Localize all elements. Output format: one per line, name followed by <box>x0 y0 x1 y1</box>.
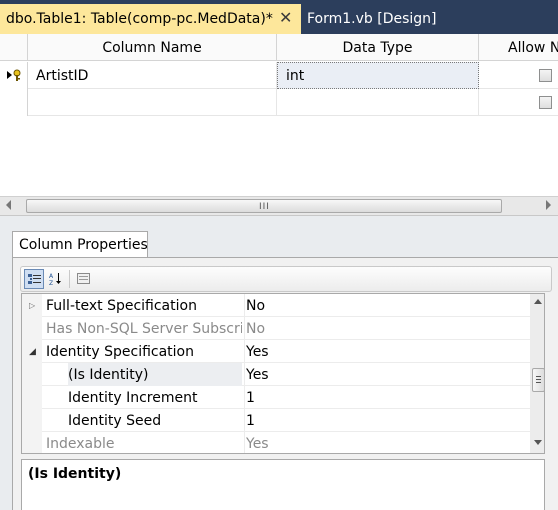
property-name: Identity Seed <box>68 412 162 429</box>
categorized-button[interactable] <box>24 269 44 289</box>
property-name: Indexable <box>46 435 115 452</box>
row-selector[interactable] <box>0 89 28 116</box>
property-value[interactable]: Yes <box>244 340 530 363</box>
property-value: No <box>244 317 530 340</box>
property-name: Identity Specification <box>46 343 194 360</box>
cell-column-name[interactable] <box>28 89 277 116</box>
collapse-icon[interactable]: ◢ <box>29 347 36 357</box>
property-gutter <box>22 432 42 453</box>
sort-az-icon: A Z <box>49 273 61 285</box>
property-gutter <box>22 409 42 432</box>
column-properties-body: A Z ▷ Full-text Specification No Has Non… <box>12 257 558 510</box>
expand-icon[interactable]: ▷ <box>29 301 35 310</box>
categorized-icon <box>28 274 41 284</box>
property-row-has-non-sql[interactable]: Has Non-SQL Server Subscriber No <box>22 317 532 340</box>
property-vertical-scrollbar[interactable] <box>530 294 544 453</box>
property-value[interactable]: Yes <box>244 363 530 386</box>
property-pages-icon <box>77 273 90 284</box>
property-row-identity-spec[interactable]: ◢ Identity Specification Yes <box>22 340 532 363</box>
property-gutter <box>22 317 42 340</box>
table-design-grid: Column Name Data Type Allow Nulls Artist… <box>0 34 558 194</box>
property-toolbar: A Z <box>20 266 552 292</box>
allow-nulls-checkbox[interactable] <box>539 96 552 109</box>
cell-data-type[interactable]: int <box>277 62 479 89</box>
cell-column-name[interactable]: ArtistID <box>28 62 277 89</box>
property-value[interactable]: 1 <box>244 386 530 409</box>
cell-data-type[interactable] <box>277 89 479 116</box>
property-value[interactable]: No <box>244 294 530 317</box>
property-gutter: ◢ <box>22 340 42 363</box>
column-header-column-name[interactable]: Column Name <box>28 34 277 61</box>
property-name: Has Non-SQL Server Subscriber <box>46 320 242 337</box>
table-row[interactable] <box>0 89 558 116</box>
row-header-corner <box>0 34 28 61</box>
property-value[interactable]: 1 <box>244 409 530 432</box>
toolbar-separator <box>69 270 70 288</box>
property-name: Full-text Specification <box>46 297 197 314</box>
tab-table-designer[interactable]: dbo.Table1: Table(comp-pc.MedData)* ✕ <box>0 4 301 34</box>
tab-table-designer-label: dbo.Table1: Table(comp-pc.MedData)* <box>6 11 273 27</box>
property-row-is-identity[interactable]: (Is Identity) Yes <box>22 363 532 386</box>
table-row[interactable]: ArtistID int <box>0 62 558 89</box>
scroll-left-icon[interactable] <box>6 200 11 210</box>
scroll-grip-icon <box>536 376 541 377</box>
property-description: (Is Identity) <box>21 459 545 510</box>
property-name: (Is Identity) <box>68 363 242 386</box>
scroll-thumb[interactable] <box>532 368 544 392</box>
document-tab-strip: dbo.Table1: Table(comp-pc.MedData)* ✕ Fo… <box>0 0 558 34</box>
tab-form-designer-label: Form1.vb [Design] <box>307 11 437 27</box>
property-value: Yes <box>244 432 530 453</box>
row-selector[interactable] <box>0 62 28 89</box>
property-name: Identity Increment <box>68 389 198 406</box>
alphabetical-button[interactable]: A Z <box>46 269 66 289</box>
tab-column-properties[interactable]: Column Properties <box>12 231 148 258</box>
property-row-identity-increment[interactable]: Identity Increment 1 <box>22 386 532 409</box>
allow-nulls-checkbox[interactable] <box>539 69 552 82</box>
property-row-identity-seed[interactable]: Identity Seed 1 <box>22 409 532 432</box>
property-row-indexable[interactable]: Indexable Yes <box>22 432 532 453</box>
column-header-allow-nulls[interactable]: Allow Nulls <box>479 34 558 61</box>
property-grid: ▷ Full-text Specification No Has Non-SQL… <box>21 293 545 454</box>
grid-header: Column Name Data Type Allow Nulls <box>0 34 558 61</box>
scroll-thumb[interactable]: III <box>26 199 502 213</box>
svg-text:Z: Z <box>49 280 53 285</box>
grid-horizontal-scrollbar[interactable]: III <box>0 196 558 215</box>
property-row-full-text[interactable]: ▷ Full-text Specification No <box>22 294 532 317</box>
scroll-grip-icon: III <box>259 202 270 212</box>
close-icon[interactable]: ✕ <box>279 10 292 26</box>
property-gutter: ▷ <box>22 294 42 317</box>
tab-form-designer[interactable]: Form1.vb [Design] <box>307 4 437 34</box>
property-gutter <box>22 386 42 409</box>
column-properties-panel: Column Properties A Z ▷ Full-text Specif… <box>0 215 558 510</box>
property-pages-button[interactable] <box>74 269 94 289</box>
property-gutter <box>22 363 42 386</box>
svg-text:A: A <box>49 273 54 280</box>
scroll-up-icon[interactable] <box>534 299 542 304</box>
scroll-right-icon[interactable] <box>546 200 551 210</box>
column-header-data-type[interactable]: Data Type <box>277 34 479 61</box>
primary-key-icon <box>7 69 21 81</box>
scroll-down-icon[interactable] <box>534 440 542 445</box>
